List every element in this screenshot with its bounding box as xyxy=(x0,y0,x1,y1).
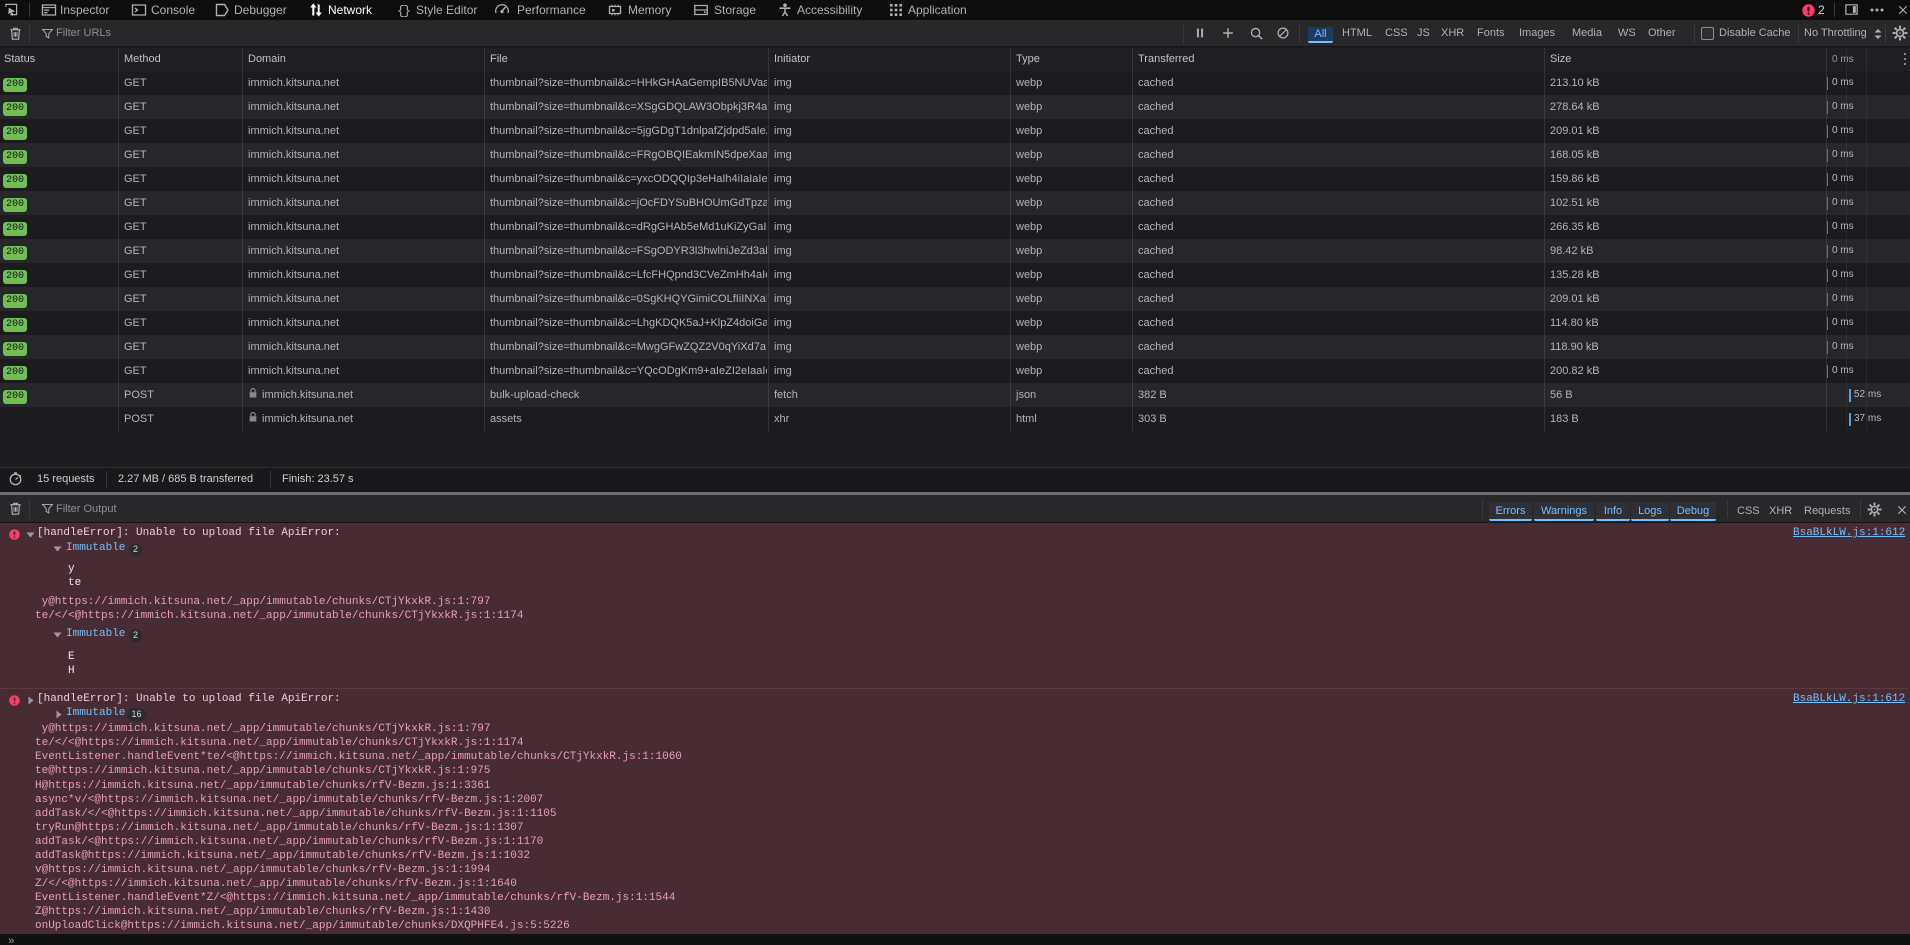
svg-text:{ }: { } xyxy=(397,4,411,19)
